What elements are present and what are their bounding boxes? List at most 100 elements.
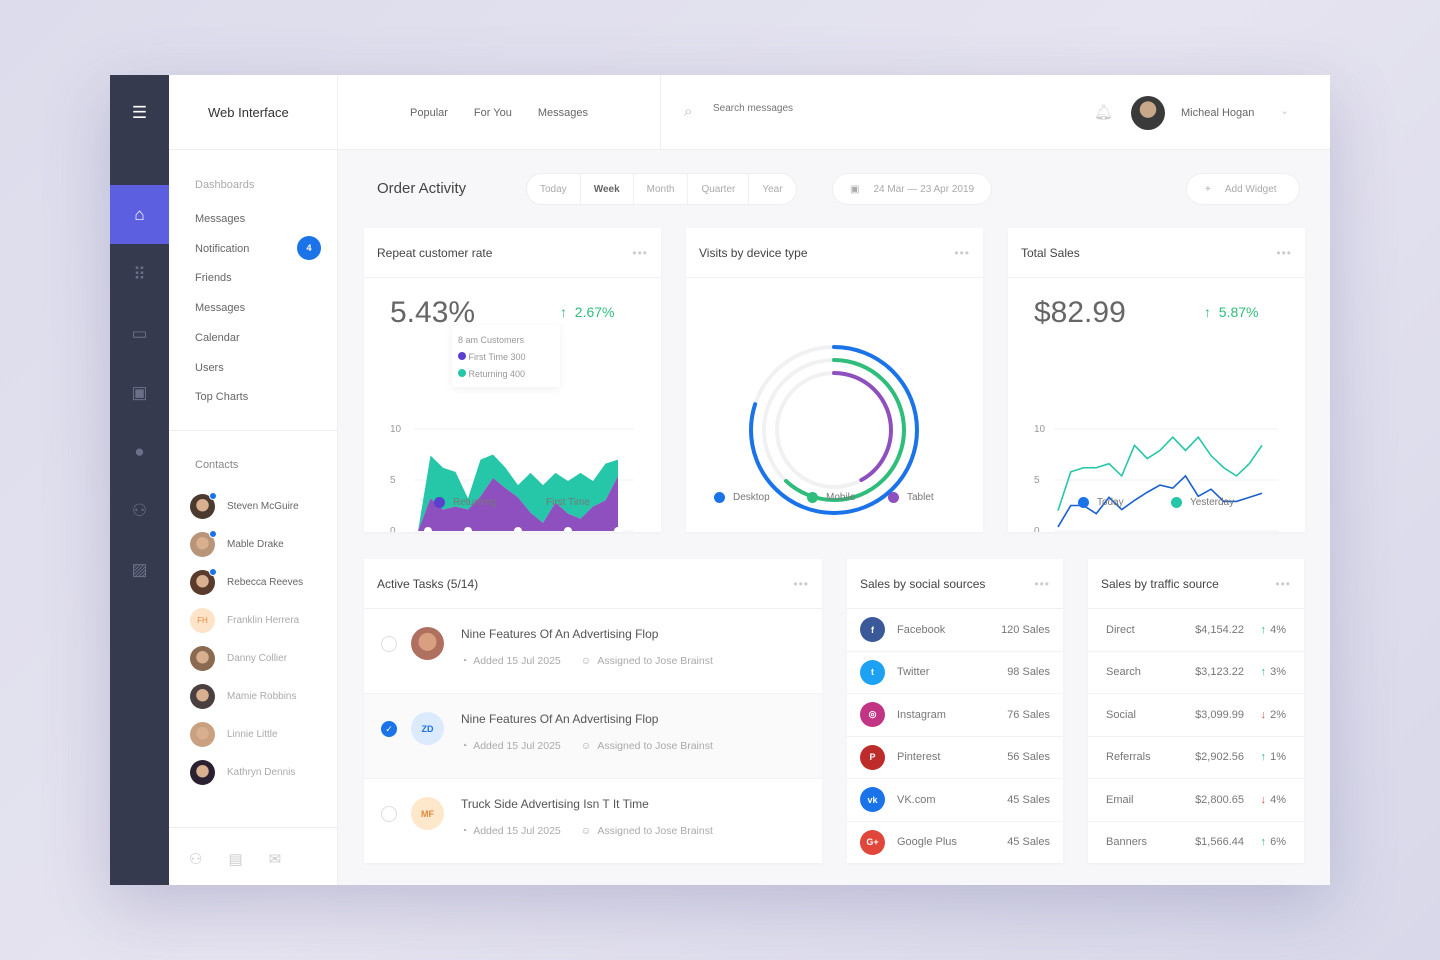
menu-icon[interactable]: ☰ <box>110 75 169 150</box>
tab-messages[interactable]: Messages <box>538 107 588 119</box>
home-icon[interactable]: ⌂ <box>110 185 169 244</box>
social-name: Facebook <box>897 623 946 636</box>
top-header: Popular For You Messages ⌕ 🔔︎ Micheal Ho… <box>338 75 1330 150</box>
task-assigned: ☺ Assigned to Jose Brainst <box>580 740 713 752</box>
apps-grid-icon[interactable]: ⠿ <box>110 245 169 304</box>
sidebar-item[interactable]: Messages <box>195 213 245 225</box>
dashboard-window: ☰ ⌂ ⠿ ▭ ▣ ● ⚇ ▨ Web Interface Dashboards… <box>110 75 1330 885</box>
total-sales-card: Total Sales••• $82.99 ↑ 5.87% 105012am8a… <box>1008 228 1305 532</box>
task-row[interactable]: Nine Features Of An Advertising Flop ◔ Ad… <box>364 609 822 694</box>
task-row[interactable]: MF Truck Side Advertising Isn T It Time ◔ … <box>364 779 822 864</box>
contact-item[interactable]: Rebecca Reeves <box>190 568 303 595</box>
arrow-up-icon: ↑ <box>1260 836 1267 849</box>
period-week[interactable]: Week <box>581 174 634 204</box>
sidebar-item[interactable]: Friends <box>195 272 232 284</box>
period-today[interactable]: Today <box>527 174 581 204</box>
add-widget-button[interactable]: + Add Widget <box>1186 173 1300 205</box>
tab-popular[interactable]: Popular <box>410 107 448 119</box>
contact-item[interactable]: Danny Collier <box>190 646 287 671</box>
avatar <box>190 568 217 595</box>
sidebar-item[interactable]: Top Charts <box>195 391 248 403</box>
chat-icon[interactable]: ▤ <box>228 850 242 868</box>
calendar-icon: ▣ <box>850 183 860 195</box>
image-icon[interactable]: ▨ <box>110 540 169 599</box>
more-icon[interactable]: ••• <box>1034 577 1050 591</box>
search-input[interactable] <box>713 103 1013 114</box>
traffic-pct: 4% <box>1270 623 1286 636</box>
bell-icon[interactable]: 🔔︎ <box>1094 103 1113 121</box>
social-row: vk VK.com 45 Sales <box>847 779 1063 822</box>
task-checkbox[interactable] <box>381 806 397 822</box>
sidebar-item[interactable]: Notification <box>195 243 249 255</box>
contact-name: Danny Collier <box>227 653 288 664</box>
device-ring-chart <box>749 345 919 515</box>
period-quarter[interactable]: Quarter <box>688 174 750 204</box>
sidebar-item[interactable]: Users <box>195 362 224 374</box>
card-title: Active Tasks (5/14) <box>377 576 479 591</box>
more-icon[interactable]: ••• <box>793 577 809 591</box>
chat-icon[interactable]: ▭ <box>110 304 169 363</box>
traffic-pct: 3% <box>1270 666 1286 679</box>
task-checkbox[interactable] <box>381 636 397 652</box>
task-title: Nine Features Of An Advertising Flop <box>461 712 659 726</box>
y-tick-label: 10 <box>1034 424 1046 435</box>
traffic-name: Direct <box>1106 623 1135 636</box>
contact-item[interactable]: Mable Drake <box>190 530 284 557</box>
period-year[interactable]: Year <box>749 174 795 204</box>
arrow-down-icon: ↓ <box>1260 793 1267 806</box>
avatar <box>190 684 215 709</box>
people-icon[interactable]: ⚇ <box>189 850 202 868</box>
contact-item[interactable]: Linnie Little <box>190 722 278 747</box>
period-selector: Today Week Month Quarter Year <box>526 173 797 205</box>
traffic-row: Direct $4,154.22 ↑ 4% <box>1088 609 1304 652</box>
more-icon[interactable]: ••• <box>1275 577 1291 591</box>
notification-badge: 4 <box>297 235 321 260</box>
contact-item[interactable]: Mamie Robbins <box>190 684 296 709</box>
contact-item[interactable]: Steven McGuire <box>190 492 299 519</box>
calendar-icon[interactable]: ▣ <box>110 363 169 422</box>
traffic-pct: 1% <box>1270 751 1286 764</box>
arrow-up-icon: ↑ <box>1260 666 1267 679</box>
contact-item[interactable]: Kathryn Dennis <box>190 760 295 785</box>
icon-rail: ☰ ⌂ ⠿ ▭ ▣ ● ⚇ ▨ <box>110 75 169 885</box>
mail-icon[interactable]: ✉ <box>269 850 282 868</box>
chevron-down-icon[interactable]: ⌄ <box>1280 104 1289 117</box>
traffic-name: Social <box>1106 708 1136 721</box>
online-indicator <box>209 492 217 500</box>
traffic-pct: 6% <box>1270 836 1286 849</box>
search-icon: ⌕ <box>684 103 693 120</box>
online-indicator <box>209 530 217 538</box>
tab-for-you[interactable]: For You <box>474 107 512 119</box>
period-month[interactable]: Month <box>634 174 689 204</box>
user-avatar[interactable] <box>1131 96 1165 130</box>
users-icon[interactable]: ⚇ <box>110 481 169 540</box>
add-widget-label: Add Widget <box>1224 183 1277 195</box>
date-range-picker[interactable]: ▣ 24 Mar — 23 Apr 2019 <box>832 173 993 205</box>
y-tick-label: 10 <box>390 424 402 435</box>
traffic-pct: 2% <box>1270 708 1286 721</box>
date-range-text: 24 Mar — 23 Apr 2019 <box>873 183 975 195</box>
y-tick-label: 5 <box>1034 475 1040 486</box>
user-icon[interactable]: ● <box>110 422 169 481</box>
user-name[interactable]: Micheal Hogan <box>1181 107 1254 119</box>
contact-item[interactable]: FH Franklin Herrera <box>190 608 299 633</box>
traffic-row: Banners $1,566.44 ↑ 6% <box>1088 822 1304 864</box>
traffic-name: Search <box>1106 666 1141 679</box>
y-tick-label: 5 <box>390 475 396 486</box>
instagram-icon: ◎ <box>860 702 885 728</box>
legend-tablet: Tablet <box>888 492 934 503</box>
traffic-name: Banners <box>1106 836 1147 849</box>
task-row[interactable]: ✓ ZD Nine Features Of An Advertising Flop ◔… <box>364 694 822 779</box>
social-name: Pinterest <box>897 751 941 764</box>
task-avatar <box>411 627 444 660</box>
more-icon[interactable]: ••• <box>954 246 970 260</box>
task-checkbox[interactable]: ✓ <box>381 721 397 737</box>
traffic-name: Referrals <box>1106 751 1151 764</box>
traffic-amount: $1,566.44 <box>1195 836 1244 849</box>
sidebar-item[interactable]: Calendar <box>195 332 240 344</box>
traffic-row: Search $3,123.22 ↑ 3% <box>1088 652 1304 694</box>
sidebar-item[interactable]: Messages <box>195 302 245 314</box>
app-title: Web Interface <box>169 75 337 150</box>
avatar <box>190 530 217 557</box>
section-dashboards: Dashboards <box>195 179 255 191</box>
